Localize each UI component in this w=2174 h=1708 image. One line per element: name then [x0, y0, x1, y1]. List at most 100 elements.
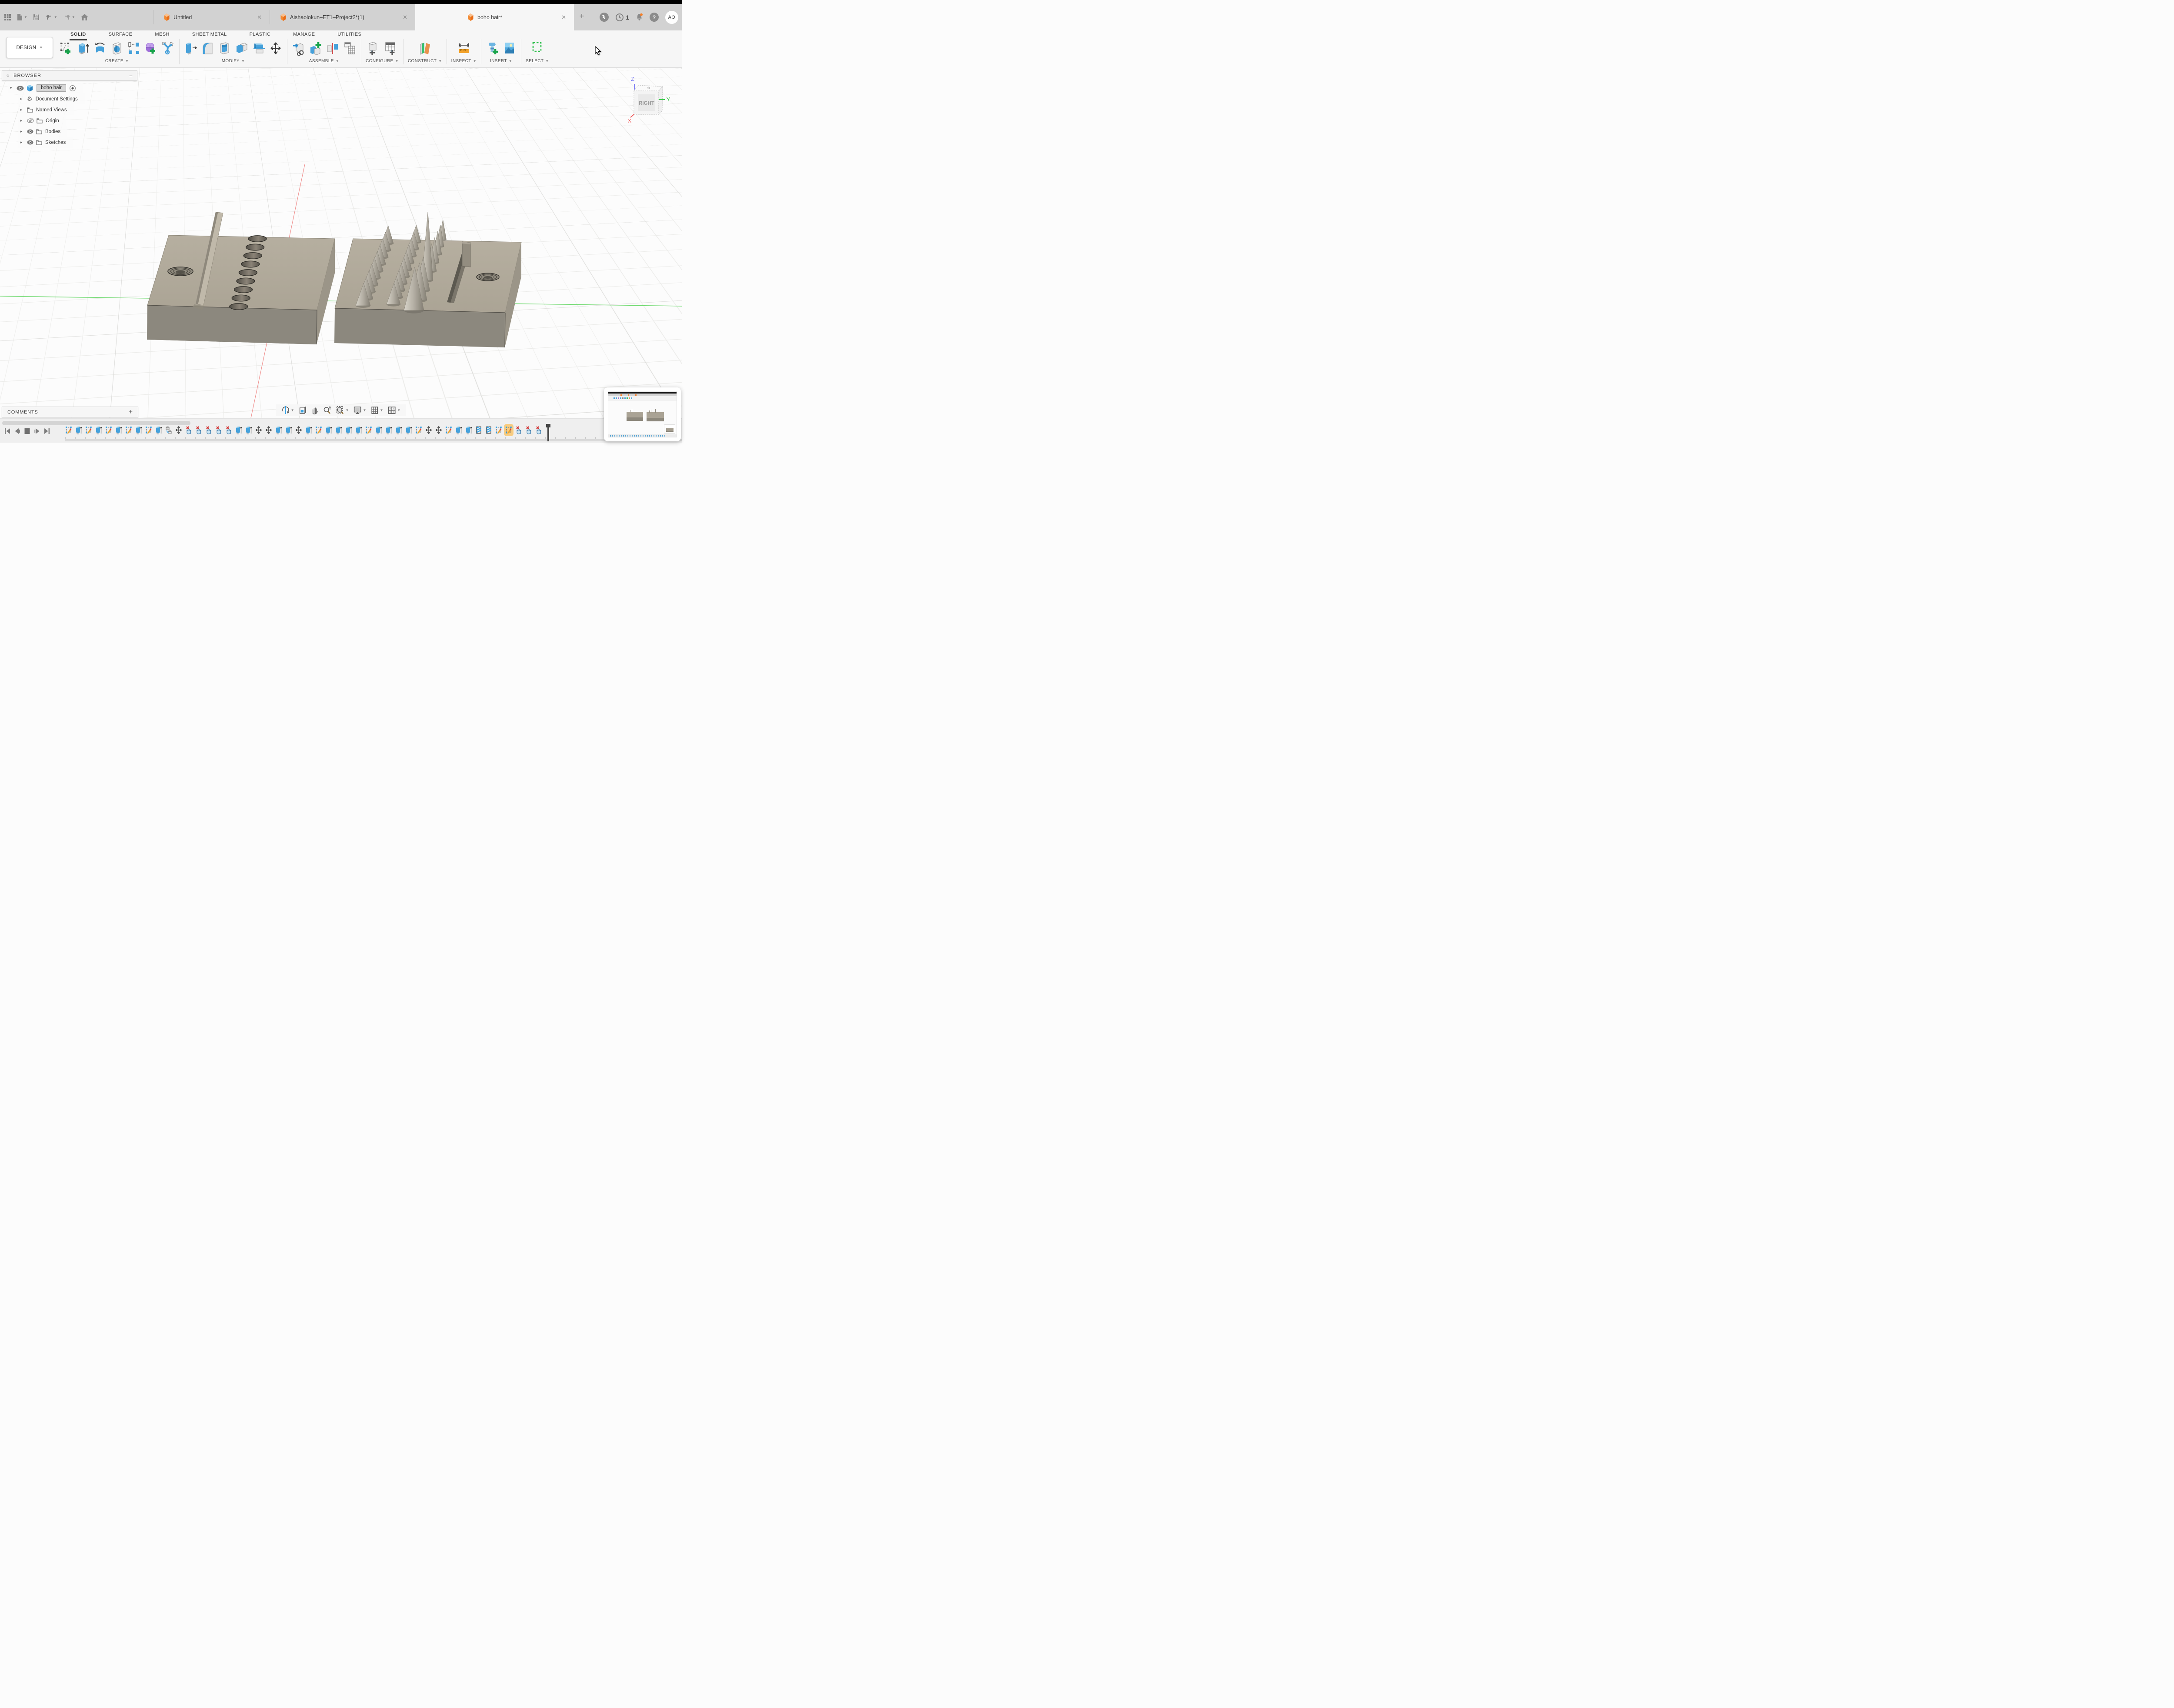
activate-radio-icon[interactable]	[70, 85, 76, 91]
visibility-eye-icon[interactable]	[27, 140, 33, 145]
configuration-table-icon[interactable]	[383, 41, 397, 56]
timeline-feature-extrude[interactable]	[345, 425, 352, 435]
tab-plastic[interactable]: PLASTIC	[238, 30, 282, 40]
timeline-feature-extrude[interactable]	[115, 425, 122, 435]
close-icon[interactable]: ✕	[401, 13, 409, 22]
browser-row-document-settings[interactable]: ▸ ⚙ Document Settings	[18, 93, 85, 104]
visibility-eye-icon[interactable]	[17, 86, 24, 91]
extensions-icon[interactable]	[600, 13, 609, 22]
construction-plane-icon[interactable]	[418, 41, 432, 56]
joint-icon[interactable]	[326, 41, 340, 56]
visibility-eye-icon[interactable]	[27, 129, 33, 134]
expand-chevron-icon[interactable]: ▸	[18, 140, 24, 145]
timeline-feature-sketch[interactable]	[445, 425, 452, 435]
timeline-playhead[interactable]	[547, 424, 549, 441]
timeline-feature-delete[interactable]	[185, 425, 192, 435]
tab-untitled[interactable]: Untitled ✕	[153, 4, 270, 30]
configure-menu[interactable]: CONFIGURE▼	[366, 59, 399, 63]
timeline-feature-extrude[interactable]	[335, 425, 342, 435]
tab-solid[interactable]: SOLID	[59, 30, 97, 40]
timeline-feature-extrude[interactable]	[385, 425, 392, 435]
timeline-feature-extrude[interactable]	[465, 425, 472, 435]
comments-bar[interactable]: COMMENTS +	[2, 407, 138, 417]
timeline-feature-sketch[interactable]	[145, 425, 152, 435]
pan-icon[interactable]	[311, 406, 319, 414]
threaded-hole-right[interactable]	[477, 273, 499, 281]
press-pull-icon[interactable]	[184, 41, 198, 56]
avatar[interactable]: AO	[665, 11, 678, 24]
timeline-feature-sketch[interactable]	[505, 425, 512, 435]
step-back-icon[interactable]	[14, 428, 20, 434]
look-at-icon[interactable]	[299, 406, 307, 414]
timeline-feature-delete[interactable]	[225, 425, 232, 435]
tab-sheet-metal[interactable]: SHEET METAL	[181, 30, 238, 40]
insert-derive-icon[interactable]	[292, 41, 306, 56]
timeline-feature-sketch[interactable]	[315, 425, 322, 435]
timeline-feature-extrude[interactable]	[455, 425, 462, 435]
construct-menu[interactable]: CONSTRUCT▼	[408, 59, 442, 63]
select-menu[interactable]: SELECT▼	[526, 59, 549, 63]
view-cube[interactable]: RIGHT ⚙ Z Y X	[627, 74, 672, 123]
timeline-feature-move[interactable]	[425, 425, 432, 435]
expand-chevron-icon[interactable]: ▾	[8, 86, 14, 90]
fillet-icon[interactable]	[201, 41, 215, 56]
zoom-icon[interactable]	[323, 406, 332, 414]
help-icon[interactable]: ?	[650, 13, 659, 22]
timeline-feature-move[interactable]	[435, 425, 442, 435]
skip-start-icon[interactable]	[4, 428, 10, 434]
timeline-feature-extrude[interactable]	[355, 425, 362, 435]
threaded-hole-left[interactable]	[168, 267, 193, 276]
shell-icon[interactable]	[218, 41, 232, 56]
timeline-feature-delete[interactable]	[515, 425, 522, 435]
timeline-feature-delete[interactable]	[205, 425, 212, 435]
hole-icon[interactable]	[110, 41, 124, 56]
new-component-icon[interactable]	[309, 41, 323, 56]
expand-chevron-icon[interactable]: ▸	[18, 118, 24, 123]
timeline-scrollbar[interactable]	[2, 421, 190, 425]
browser-row-bodies[interactable]: ▸ Bodies	[18, 126, 67, 137]
save-icon[interactable]	[33, 14, 40, 20]
screen-preview-overlay[interactable]	[604, 387, 681, 441]
modify-menu[interactable]: MODIFY▼	[222, 59, 245, 63]
body-right-block[interactable]	[334, 212, 521, 347]
browser-row-named-views[interactable]: ▸ Named Views	[18, 104, 74, 115]
display-settings-icon[interactable]: ▼	[353, 406, 367, 414]
timeline-feature-delete[interactable]	[215, 425, 222, 435]
timeline-feature-move[interactable]	[265, 425, 272, 435]
browser-row-sketches[interactable]: ▸ Sketches	[18, 137, 73, 148]
expand-chevron-icon[interactable]: ▸	[18, 129, 24, 134]
undo-icon[interactable]: ▼	[45, 14, 57, 20]
app-grid-icon[interactable]	[4, 14, 11, 20]
collapse-panel-icon[interactable]: «	[7, 73, 9, 78]
timeline-feature-pattern[interactable]	[485, 425, 492, 435]
insert-fastener-icon[interactable]	[486, 41, 500, 56]
timeline-feature-extrude[interactable]	[155, 425, 162, 435]
3d-viewport[interactable]: RIGHT ⚙ Z Y X « BROWSER − ▾ boho hair	[0, 68, 682, 443]
root-component-name[interactable]: boho hair	[37, 84, 66, 92]
fit-icon[interactable]: ▼	[336, 406, 349, 414]
rectangular-pattern-icon[interactable]	[127, 41, 141, 56]
select-window-icon[interactable]	[530, 41, 544, 56]
timeline-feature-extrude[interactable]	[325, 425, 332, 435]
new-tab-button[interactable]: +	[577, 12, 586, 21]
skip-end-icon[interactable]	[44, 428, 50, 434]
create-menu[interactable]: CREATE▼	[105, 59, 129, 63]
design-workspace-dropdown[interactable]: DESIGN▼	[6, 37, 53, 58]
timeline-feature-sketch[interactable]	[105, 425, 112, 435]
file-new-icon[interactable]: ▼	[17, 13, 27, 21]
notifications-icon[interactable]	[636, 13, 643, 21]
close-icon[interactable]: ✕	[560, 13, 568, 22]
orbit-icon[interactable]: ▼	[281, 406, 294, 414]
timeline-feature-extrude[interactable]	[405, 425, 412, 435]
expand-chevron-icon[interactable]: ▸	[18, 97, 24, 101]
measure-icon[interactable]	[457, 41, 471, 56]
assemble-menu[interactable]: ASSEMBLE▼	[309, 59, 339, 63]
tab-manage[interactable]: MANAGE	[282, 30, 326, 40]
timeline-feature-move[interactable]	[295, 425, 302, 435]
browser-header[interactable]: « BROWSER −	[2, 70, 137, 81]
timeline-feature-pattern[interactable]	[475, 425, 482, 435]
create-form-icon[interactable]	[144, 41, 158, 56]
grid-snap-icon[interactable]: ▼	[370, 406, 383, 414]
configuration-icon[interactable]	[367, 41, 380, 56]
timeline-feature-extrude[interactable]	[95, 425, 102, 435]
